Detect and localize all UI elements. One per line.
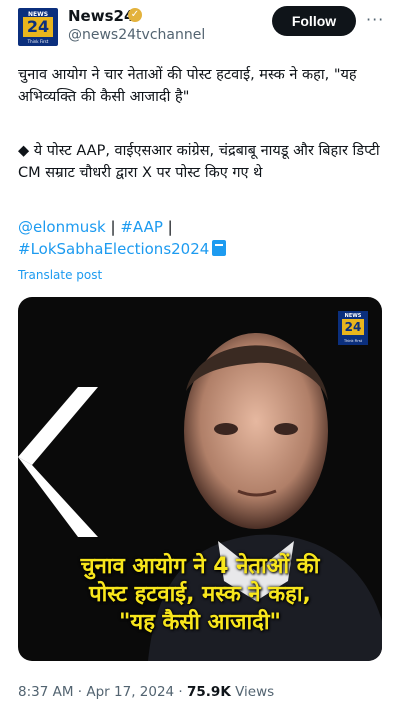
- hashtag-aap[interactable]: #AAP: [120, 218, 163, 236]
- mention-elonmusk[interactable]: @elonmusk: [18, 218, 106, 236]
- post-date[interactable]: Apr 17, 2024: [86, 684, 174, 700]
- tweet-image[interactable]: NEWS 24 Think First चुनाव आयोग ने 4 नेता…: [18, 297, 382, 661]
- tag-separator: |: [110, 218, 116, 236]
- tweet-body-line2: ◆ ये पोस्ट AAP, वाईएसआर कांग्रेस, चंद्रब…: [18, 143, 380, 181]
- views-label: Views: [235, 684, 275, 700]
- image-headline-line2: पोस्ट हटवाई, मस्क ने कहा,: [89, 582, 311, 607]
- post-time[interactable]: 8:37 AM: [18, 684, 74, 700]
- views-count: 75.9K: [187, 684, 231, 700]
- tweet-tags: @elonmusk | #AAP | #LokSabhaElections202…: [18, 216, 388, 260]
- avatar-logo-tagline: Think First: [27, 39, 49, 44]
- x-logo-icon: [18, 387, 98, 537]
- avatar[interactable]: NEWS 24 Think First: [18, 8, 58, 46]
- tweet-meta: 8:37 AM · Apr 17, 2024 · 75.9K Views: [18, 684, 275, 700]
- news24-logo: NEWS 24 Think First: [338, 311, 368, 345]
- translate-post-link[interactable]: Translate post: [18, 268, 102, 282]
- more-options-icon[interactable]: ···: [366, 10, 384, 29]
- ballot-box-icon: [212, 240, 227, 256]
- follow-button[interactable]: Follow: [272, 6, 356, 36]
- hashtag-loksabhaelections2024[interactable]: #LokSabhaElections2024: [18, 240, 209, 258]
- author-handle[interactable]: @news24tvchannel: [68, 27, 205, 43]
- author-name[interactable]: News24: [68, 7, 134, 25]
- image-headline-line1: चुनाव आयोग ने 4 नेताओं की: [80, 554, 320, 579]
- image-headline: चुनाव आयोग ने 4 नेताओं की पोस्ट हटवाई, म…: [18, 553, 382, 637]
- image-headline-line3: "यह कैसी आजादी": [118, 610, 282, 635]
- tweet-header: NEWS 24 Think First News24 ✓ @news24tvch…: [0, 0, 402, 52]
- avatar-logo-number: 24: [23, 17, 53, 37]
- verified-badge-icon: ✓: [128, 8, 142, 22]
- tag-separator: |: [167, 218, 173, 236]
- tweet-body-line1: चुनाव आयोग ने चार नेताओं की पोस्ट हटवाई,…: [18, 67, 357, 105]
